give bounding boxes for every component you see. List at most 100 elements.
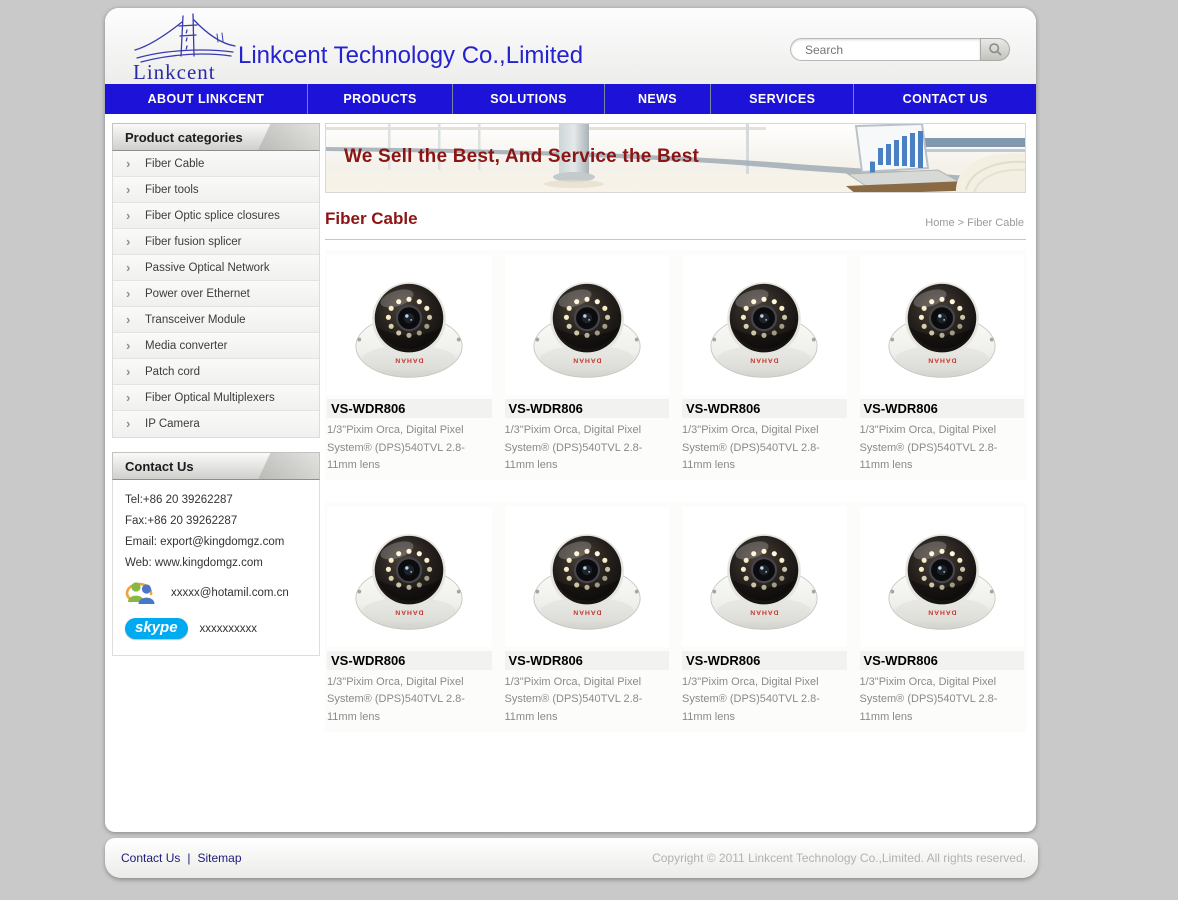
chevron-right-icon [126,177,130,203]
chevron-right-icon [126,385,130,411]
product-card: VS-WDR806 1/3"Pixim Orca, Digital Pixel … [860,255,1025,475]
sidebar-item-ip-camera[interactable]: IP Camera [113,411,319,437]
product-card: VS-WDR806 1/3"Pixim Orca, Digital Pixel … [327,507,492,727]
chevron-right-icon [126,255,130,281]
product-description: 1/3"Pixim Orca, Digital Pixel System® (D… [327,674,479,727]
dome-camera-image[interactable] [505,255,670,395]
dome-camera-image[interactable] [682,507,847,647]
product-categories-header: Product categories [112,123,320,151]
sidebar-item-patch-cord[interactable]: Patch cord [113,359,319,385]
skype-id: xxxxxxxxxx [200,623,258,635]
breadcrumb-home-link[interactable]: Home [925,217,954,229]
chevron-right-icon [126,307,130,333]
product-description: 1/3"Pixim Orca, Digital Pixel System® (D… [682,674,834,727]
chevron-right-icon [126,359,130,385]
contact-tel: Tel:+86 20 39262287 [125,494,309,506]
msn-address: xxxxx@hotamil.com.cn [171,587,289,599]
page-heading-row: Fiber Cable Home > Fiber Cable [325,209,1026,231]
product-description: 1/3"Pixim Orca, Digital Pixel System® (D… [860,422,1012,475]
product-categories-list: Fiber Cable Fiber tools Fiber Optic spli… [112,151,320,438]
breadcrumb-separator: > [955,217,968,229]
chevron-right-icon [126,203,130,229]
company-name: Linkcent Technology Co.,Limited [238,42,583,70]
product-description: 1/3"Pixim Orca, Digital Pixel System® (D… [860,674,1012,727]
sidebar-item-power-over-ethernet[interactable]: Power over Ethernet [113,281,319,307]
contact-email: Email: export@kingdomgz.com [125,536,309,548]
page-title: Fiber Cable [325,209,418,228]
chevron-right-icon [126,333,130,359]
product-name-link[interactable]: VS-WDR806 [505,399,670,418]
nav-solutions[interactable]: SOLUTIONS [453,84,605,114]
chevron-right-icon [126,281,130,307]
site-footer: Contact Us | Sitemap Copyright © 2011 Link… [105,838,1038,878]
heading-divider [325,239,1026,240]
nav-services[interactable]: SERVICES [711,84,854,114]
contact-fax: Fax:+86 20 39262287 [125,515,309,527]
footer-contact-us-link[interactable]: Contact Us [121,851,180,865]
search-input[interactable] [790,38,980,61]
sidebar-item-passive-optical-network[interactable]: Passive Optical Network [113,255,319,281]
sidebar-item-fiber-optic-splice-closures[interactable]: Fiber Optic splice closures [113,203,319,229]
product-name-link[interactable]: VS-WDR806 [682,399,847,418]
sidebar-item-fiber-fusion-splicer[interactable]: Fiber fusion splicer [113,229,319,255]
product-name-link[interactable]: VS-WDR806 [860,651,1025,670]
product-row-2: VS-WDR806 1/3"Pixim Orca, Digital Pixel … [325,502,1026,732]
nav-news[interactable]: NEWS [605,84,711,114]
product-name-link[interactable]: VS-WDR806 [327,651,492,670]
product-card: VS-WDR806 1/3"Pixim Orca, Digital Pixel … [505,255,670,475]
main-column: We Sell the Best, And Service the Best F… [325,123,1026,732]
nav-about-linkcent[interactable]: ABOUT LINKCENT [105,84,308,114]
dome-camera-image[interactable] [860,507,1025,647]
contact-web: Web: www.kingdomgz.com [125,557,309,569]
nav-contact-us[interactable]: CONTACT US [854,84,1036,114]
product-card: VS-WDR806 1/3"Pixim Orca, Digital Pixel … [682,255,847,475]
dome-camera-image[interactable] [505,507,670,647]
breadcrumb-current: Fiber Cable [967,217,1024,229]
search-bar [790,38,1010,61]
site-header: Linkcent Linkcent Technology Co.,Limited [105,8,1036,84]
search-icon [988,42,1003,57]
nav-products[interactable]: PRODUCTS [308,84,453,114]
contact-info-box: Tel:+86 20 39262287 Fax:+86 20 39262287 … [112,480,320,656]
contact-us-header: Contact Us [112,452,320,480]
product-card: VS-WDR806 1/3"Pixim Orca, Digital Pixel … [327,255,492,475]
product-name-link[interactable]: VS-WDR806 [327,399,492,418]
product-name-link[interactable]: VS-WDR806 [860,399,1025,418]
product-name-link[interactable]: VS-WDR806 [682,651,847,670]
msn-contact-row: xxxxx@hotamil.com.cn [125,578,309,608]
company-logo[interactable]: Linkcent [123,10,243,84]
footer-link-separator: | [187,851,190,865]
product-card: VS-WDR806 1/3"Pixim Orca, Digital Pixel … [860,507,1025,727]
product-card: VS-WDR806 1/3"Pixim Orca, Digital Pixel … [505,507,670,727]
dome-camera-image[interactable] [327,255,492,395]
skype-logo: skype [125,618,188,639]
page-card: Linkcent Linkcent Technology Co.,Limited… [105,8,1036,832]
sidebar-item-media-converter[interactable]: Media converter [113,333,319,359]
chevron-right-icon [126,229,130,255]
sidebar-item-fiber-tools[interactable]: Fiber tools [113,177,319,203]
sidebar-item-fiber-cable[interactable]: Fiber Cable [113,151,319,177]
breadcrumb: Home > Fiber Cable [925,217,1024,229]
product-row-1: VS-WDR806 1/3"Pixim Orca, Digital Pixel … [325,250,1026,480]
product-description: 1/3"Pixim Orca, Digital Pixel System® (D… [682,422,834,475]
footer-links: Contact Us | Sitemap [121,838,242,878]
sidebar: Product categories Fiber Cable Fiber too… [112,123,320,656]
footer-sitemap-link[interactable]: Sitemap [197,851,241,865]
sidebar-item-fiber-optical-multiplexers[interactable]: Fiber Optical Multiplexers [113,385,319,411]
hero-banner: We Sell the Best, And Service the Best [325,123,1026,193]
sidebar-item-transceiver-module[interactable]: Transceiver Module [113,307,319,333]
banner-slogan: We Sell the Best, And Service the Best [344,146,699,168]
dome-camera-image[interactable] [682,255,847,395]
msn-messenger-icon [125,578,157,608]
main-nav: ABOUT LINKCENT PRODUCTS SOLUTIONS NEWS S… [105,84,1036,114]
search-button[interactable] [980,38,1010,61]
product-description: 1/3"Pixim Orca, Digital Pixel System® (D… [505,422,657,475]
dome-camera-image[interactable] [860,255,1025,395]
product-description: 1/3"Pixim Orca, Digital Pixel System® (D… [327,422,479,475]
logo-wordmark: Linkcent [133,60,216,85]
product-card: VS-WDR806 1/3"Pixim Orca, Digital Pixel … [682,507,847,727]
dome-camera-image[interactable] [327,507,492,647]
copyright-text: Copyright © 2011 Linkcent Technology Co.… [652,838,1026,878]
product-name-link[interactable]: VS-WDR806 [505,651,670,670]
product-description: 1/3"Pixim Orca, Digital Pixel System® (D… [505,674,657,727]
